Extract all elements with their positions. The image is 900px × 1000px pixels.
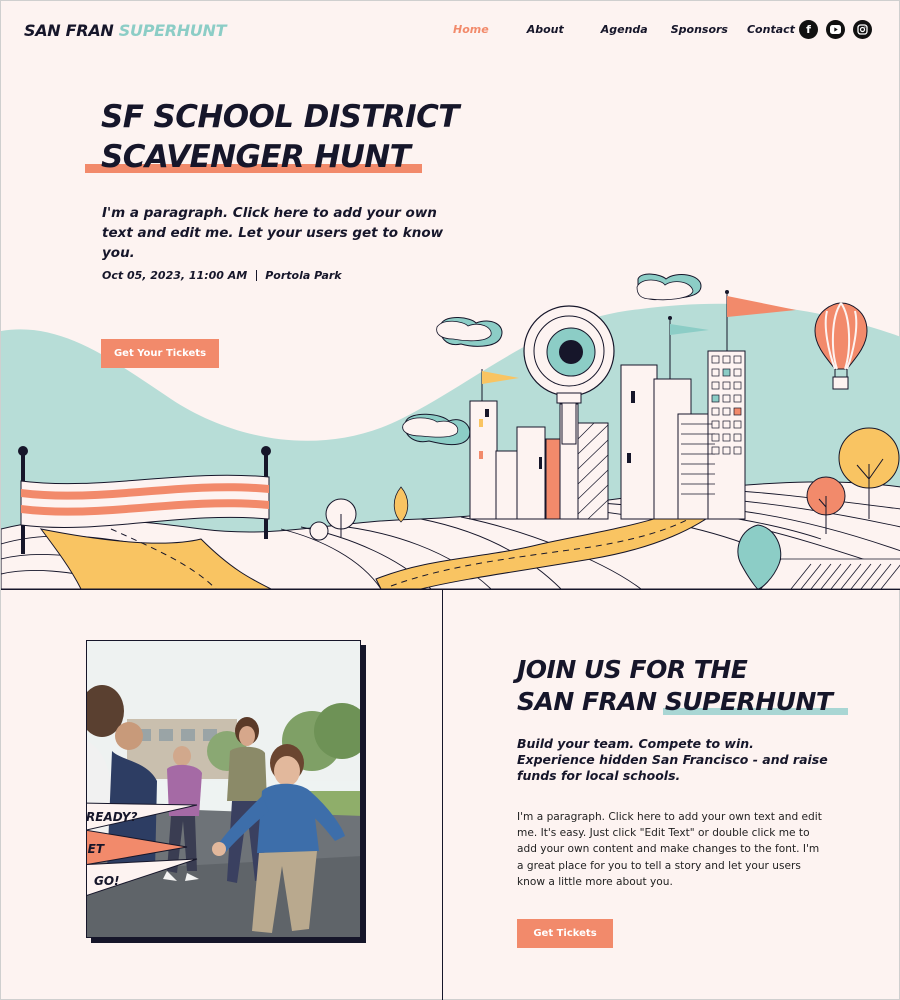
meta-divider (256, 270, 258, 281)
flag-go: GO! (94, 874, 120, 888)
event-date: Oct 05, 2023, 11:00 AM (102, 269, 248, 282)
social-links: f (799, 20, 872, 39)
hero-title: SF SCHOOL DISTRICT SCAVENGER HUNT (84, 97, 459, 177)
hero-title-line2: SCAVENGER HUNT (84, 139, 423, 175)
pennant-flags: READY? SET GO! (87, 802, 198, 896)
kids-running-photo: READY? SET GO! (86, 640, 361, 938)
join-title-line1: JOIN US FOR THE (517, 655, 748, 684)
hero-title-line1: SF SCHOOL DISTRICT (101, 99, 459, 135)
logo-text-primary: SAN FRAN (24, 21, 114, 40)
join-title-line2a: SAN FRAN (517, 687, 657, 716)
nav-home[interactable]: Home (453, 23, 489, 36)
nav-contact[interactable]: Contact (747, 23, 795, 36)
flag-set: SET (87, 842, 105, 856)
site-header: SAN FRAN SUPERHUNT Home About Agenda Spo… (1, 1, 900, 59)
event-meta: Oct 05, 2023, 11:00 AM Portola Park (102, 269, 342, 282)
youtube-icon[interactable] (826, 20, 845, 39)
site-logo[interactable]: SAN FRAN SUPERHUNT (24, 21, 227, 40)
nav-about[interactable]: About (527, 23, 564, 36)
instagram-icon[interactable] (853, 20, 872, 39)
hero-paragraph: I'm a paragraph. Click here to add your … (102, 205, 444, 261)
facebook-icon[interactable]: f (799, 20, 818, 39)
main-nav: Home About Agenda Sponsors Contact (453, 23, 795, 36)
get-tickets-button[interactable]: Get Tickets (517, 919, 613, 948)
get-your-tickets-button[interactable]: Get Your Tickets (101, 339, 219, 368)
nav-sponsors[interactable]: Sponsors (671, 23, 728, 36)
nav-agenda[interactable]: Agenda (601, 23, 648, 36)
logo-text-accent: SUPERHUNT (118, 21, 227, 40)
event-location: Portola Park (265, 269, 342, 282)
hero-section: SF SCHOOL DISTRICT SCAVENGER HUNT I'm a … (1, 59, 900, 589)
join-title: JOIN US FOR THE SAN FRAN SUPERHUNT (517, 654, 849, 718)
join-paragraph: I'm a paragraph. Click here to add your … (517, 811, 822, 888)
section-divider (442, 590, 443, 1000)
join-section: READY? SET GO! JOIN US FOR THE SAN FRAN … (1, 589, 900, 1000)
flag-ready: READY? (87, 810, 137, 824)
join-title-line2b: SUPERHUNT (662, 687, 849, 716)
join-subtitle: Build your team. Compete to win. Experie… (517, 736, 828, 783)
